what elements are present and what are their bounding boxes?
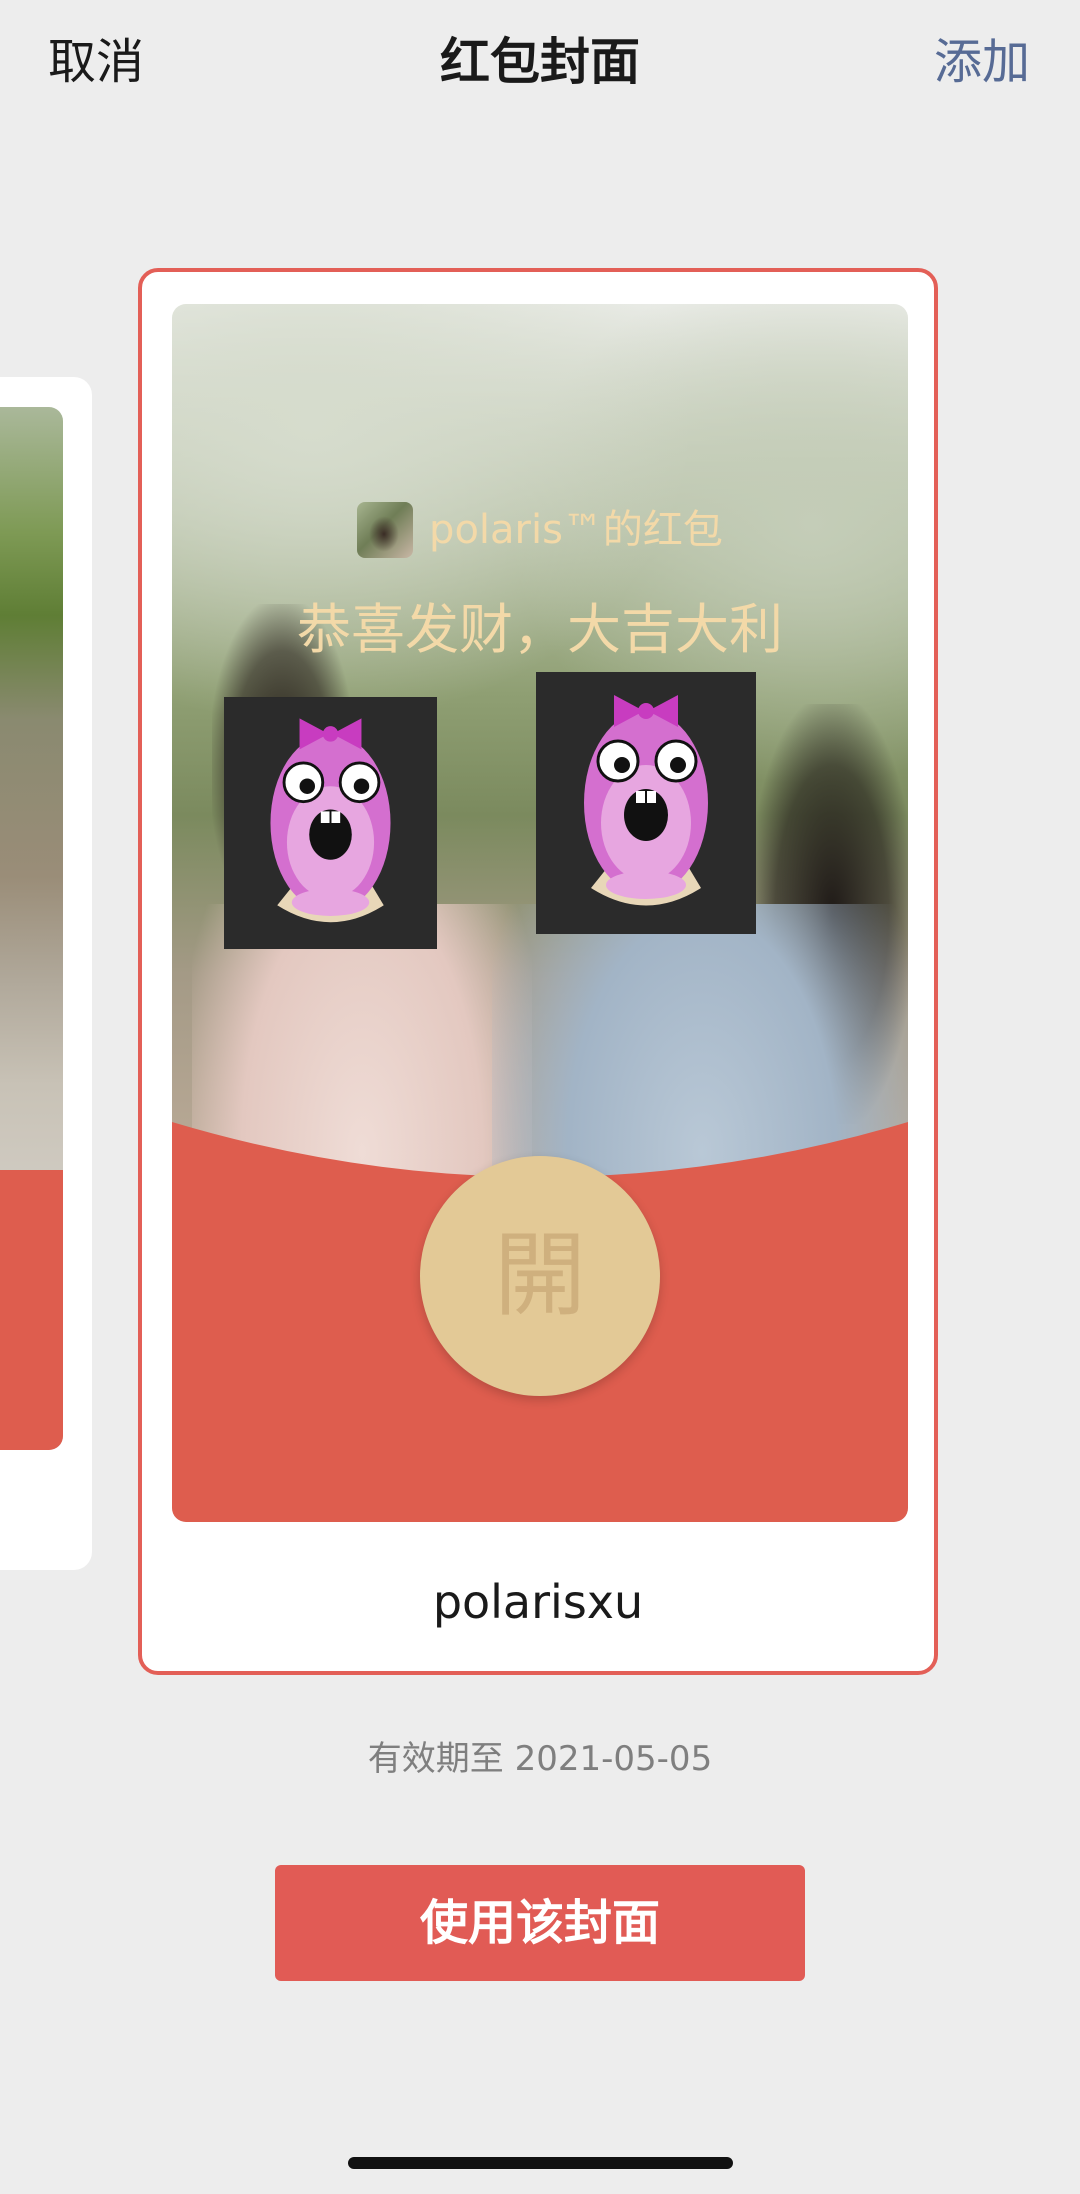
sender-row: polaris™的红包 bbox=[172, 502, 908, 562]
previous-cover-envelope bbox=[0, 1170, 63, 1450]
open-red-packet-button[interactable]: 開 bbox=[420, 1156, 660, 1396]
page-title: 红包封面 bbox=[440, 33, 640, 91]
cover-name: polarisxu bbox=[432, 1575, 644, 1629]
cover-image: polaris™的红包 恭喜发财，大吉大利 開 bbox=[172, 304, 908, 1522]
cartoon-rabbit-icon bbox=[224, 697, 437, 949]
use-cover-button[interactable]: 使用该封面 bbox=[275, 1865, 805, 1981]
sticker-face-cover bbox=[536, 672, 756, 934]
home-indicator[interactable] bbox=[348, 2157, 733, 2169]
open-label: 開 bbox=[493, 1222, 586, 1329]
sender-label: polaris™的红包 bbox=[429, 507, 723, 553]
nav-bar: 取消 红包封面 添加 bbox=[0, 0, 1080, 130]
cartoon-rabbit-icon bbox=[536, 673, 756, 933]
previous-cover-photo bbox=[0, 407, 63, 1450]
sender-avatar bbox=[357, 502, 414, 558]
validity-text: 有效期至 2021-05-05 bbox=[367, 1739, 713, 1779]
selected-cover-card[interactable]: polaris™的红包 恭喜发财，大吉大利 開 polarisxu bbox=[138, 268, 938, 1675]
greeting-text: 恭喜发财，大吉大利 bbox=[297, 598, 783, 661]
add-button[interactable]: 添加 bbox=[934, 30, 1030, 94]
previous-cover-card[interactable] bbox=[0, 377, 92, 1570]
sticker-face-cover bbox=[224, 697, 437, 949]
